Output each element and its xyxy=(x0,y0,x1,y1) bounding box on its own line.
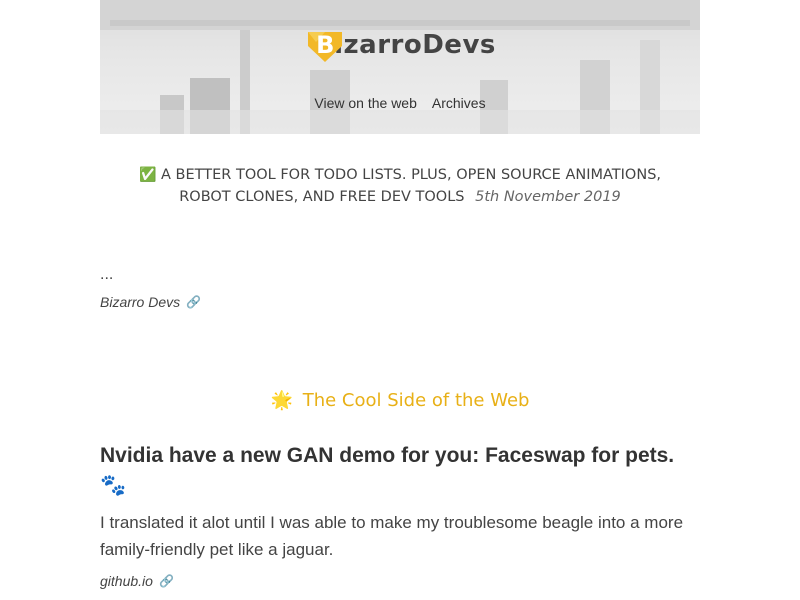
newsletter-container: B izarroDevs View on the web Archives ✅ … xyxy=(100,0,700,589)
brand-initial: B xyxy=(316,31,335,59)
issue-headline: ✅ A BETTER TOOL FOR TODO LISTS. PLUS, OP… xyxy=(100,164,700,208)
article-description: I translated it alot until I was able to… xyxy=(100,513,684,559)
intro-text: ... xyxy=(100,266,114,283)
intro-source-label[interactable]: Bizarro Devs xyxy=(100,294,180,310)
section-title: The Cool Side of the Web xyxy=(302,390,530,411)
star-icon: 🌟 xyxy=(270,390,293,411)
issue-date: 5th November 2019 xyxy=(475,189,621,205)
brand-logo[interactable]: B izarroDevs xyxy=(100,26,700,64)
header-banner: B izarroDevs View on the web Archives xyxy=(100,0,700,134)
checkmark-icon: ✅ xyxy=(138,167,157,183)
link-icon[interactable]: 🔗 xyxy=(186,295,201,309)
header-nav: View on the web Archives xyxy=(100,95,700,111)
city-background xyxy=(100,0,700,134)
link-icon[interactable]: 🔗 xyxy=(159,574,174,588)
article-source[interactable]: github.io 🔗 xyxy=(100,573,700,589)
archives-link[interactable]: Archives xyxy=(432,95,486,111)
section-heading: 🌟 The Cool Side of the Web xyxy=(100,390,700,411)
intro-source[interactable]: Bizarro Devs 🔗 xyxy=(100,294,700,310)
view-on-web-link[interactable]: View on the web xyxy=(314,95,416,111)
brand-name: izarroDevs xyxy=(334,30,496,60)
article-title[interactable]: Nvidia have a new GAN demo for you: Face… xyxy=(100,441,700,501)
diamond-logo-icon: B xyxy=(304,26,346,64)
article-source-label[interactable]: github.io xyxy=(100,573,153,589)
